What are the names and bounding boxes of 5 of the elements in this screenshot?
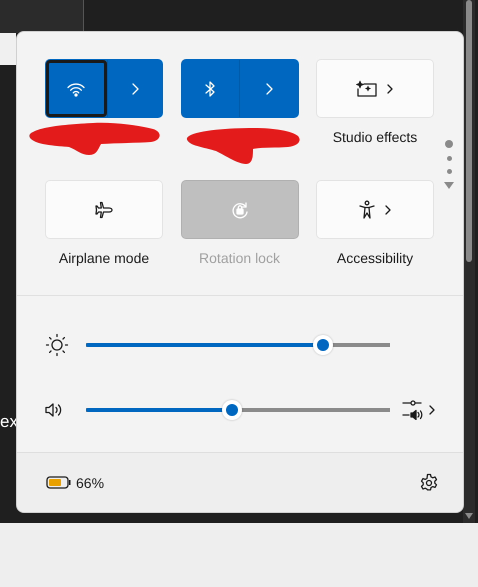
battery-percentage: 66% bbox=[76, 474, 104, 490]
tile-label: Rotation lock bbox=[199, 250, 280, 268]
tile-label: Studio effects bbox=[332, 129, 418, 147]
tile-label: Accessibility bbox=[336, 250, 414, 268]
tile-label: Airplane mode bbox=[58, 250, 150, 268]
